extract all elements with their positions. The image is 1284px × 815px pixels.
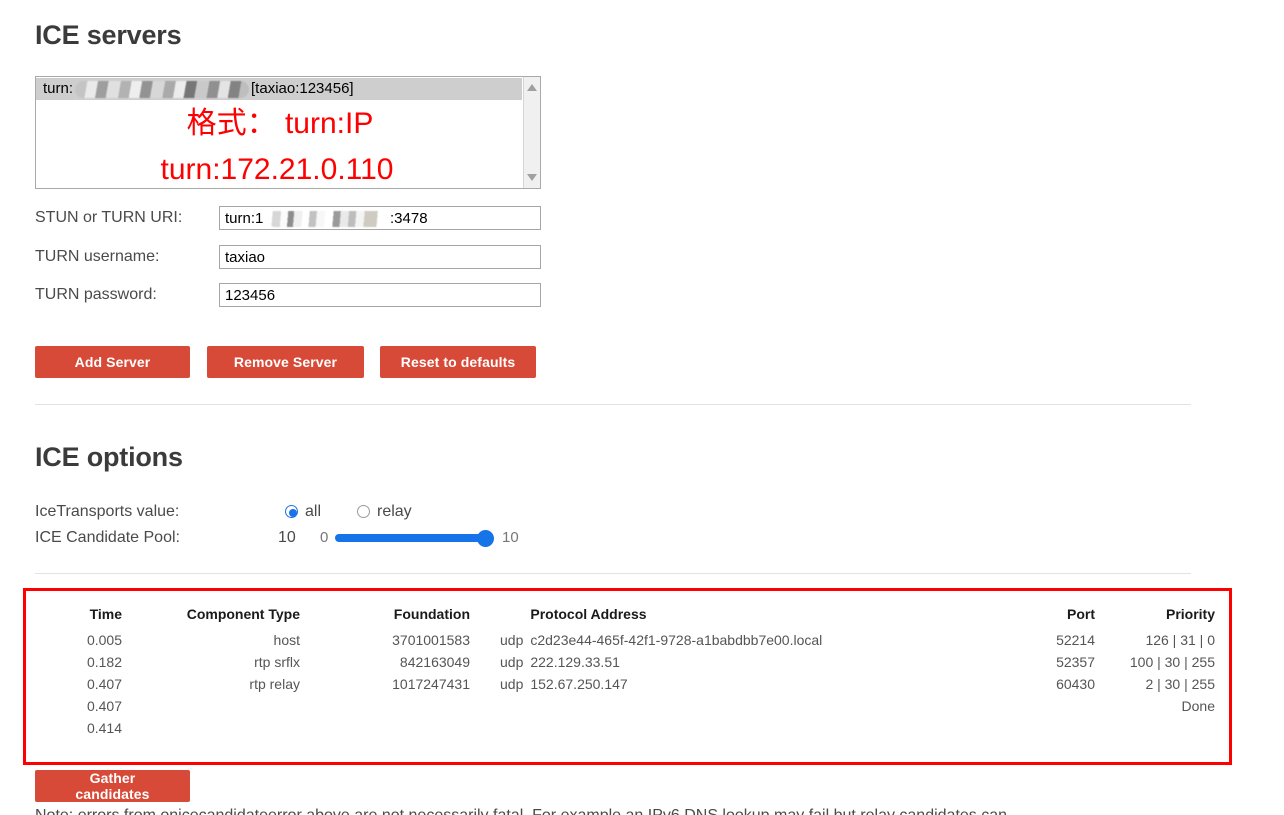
add-server-button[interactable]: Add Server (35, 346, 190, 378)
cell-time: 0.414 (86, 719, 122, 736)
cell-priority: Done (1181, 697, 1215, 714)
table-header-row: Time Component Type Foundation Protocol … (40, 606, 1215, 629)
turn-username-label: TURN username: (35, 248, 160, 265)
cell-component: rtp relay (249, 675, 300, 692)
gather-candidates-button[interactable]: Gather candidates (35, 770, 190, 802)
uri-port-text: :3478 (390, 210, 428, 227)
ice-servers-heading: ICE servers (35, 20, 182, 50)
cell-foundation (300, 717, 470, 739)
stun-turn-uri-label: STUN or TURN URI: (35, 209, 183, 226)
header-time: Time (89, 606, 122, 622)
cell-component: host (273, 631, 300, 648)
redacted-ip-block (75, 80, 250, 98)
cell-time: 0.182 (86, 653, 122, 670)
cell-port: 60430 (1056, 675, 1095, 692)
header-priority: Priority (1165, 606, 1215, 622)
trickle-ice-page: ICE servers turn: [taxiao:123456] 格式： tur… (0, 0, 1284, 815)
cell-priority (1095, 717, 1215, 739)
ice-servers-list-inner: turn: [taxiao:123456] 格式： turn:IP turn:17… (36, 77, 522, 188)
stun-turn-uri-input[interactable]: turn:1 :3478 (219, 206, 541, 230)
slider-max-label: 10 (502, 529, 519, 546)
radio-relay-label: relay (377, 503, 412, 520)
ice-transports-label: IceTransports value: (35, 503, 180, 520)
table-row: 0.414 (40, 717, 1215, 739)
cell-address (523, 717, 1005, 739)
cell-protocol (470, 717, 523, 739)
server-list-item[interactable]: turn: [taxiao:123456] (36, 78, 522, 100)
listbox-scrollbar[interactable] (523, 77, 540, 188)
cell-component (122, 717, 300, 739)
candidates-table: Time Component Type Foundation Protocol … (40, 606, 1215, 739)
remove-server-button[interactable]: Remove Server (207, 346, 364, 378)
radio-all-label: all (305, 503, 322, 520)
cell-protocol: udp (500, 631, 524, 648)
candidates-result-box: Time Component Type Foundation Protocol … (23, 588, 1232, 765)
cell-port: 52214 (1056, 631, 1095, 648)
table-row: 0.182 rtp srflx 842163049 udp 222.129.33… (40, 651, 1215, 673)
cell-port: 52357 (1056, 653, 1095, 670)
header-port: Port (1067, 606, 1095, 622)
redacted-ip-inline (268, 211, 386, 227)
table-row: 0.407 Done (40, 695, 1215, 717)
uri-prefix-text: turn:1 (225, 210, 264, 227)
cell-priority: 2 | 30 | 255 (1145, 675, 1215, 692)
cell-port (1005, 717, 1095, 739)
header-component: Component Type (186, 606, 300, 622)
ice-candidate-pool-label: ICE Candidate Pool: (35, 529, 180, 546)
header-foundation: Foundation (393, 606, 470, 622)
cell-time: 0.407 (86, 697, 122, 714)
server-credentials: [taxiao:123456] (251, 80, 354, 97)
cell-address: c2d23e44-465f-42f1-9728-a1babdbb7e00.loc… (530, 631, 823, 648)
cell-component (122, 695, 300, 717)
radio-all-indicator[interactable] (285, 505, 298, 518)
table-row: 0.407 rtp relay 1017247431 udp 152.67.25… (40, 673, 1215, 695)
slider-thumb[interactable] (477, 530, 494, 547)
scroll-up-arrow-icon[interactable] (524, 79, 540, 96)
scroll-down-arrow-icon[interactable] (524, 169, 540, 186)
ice-candidate-pool-value: 10 (278, 529, 296, 546)
cell-foundation: 842163049 (399, 653, 470, 670)
cell-component: rtp srflx (254, 653, 300, 670)
radio-relay-indicator[interactable] (357, 505, 370, 518)
cell-protocol: udp (500, 675, 524, 692)
table-row: 0.005 host 3701001583 udp c2d23e44-465f-… (40, 629, 1215, 651)
ice-servers-listbox[interactable]: turn: [taxiao:123456] 格式： turn:IP turn:17… (35, 76, 541, 189)
cell-priority: 126 | 31 | 0 (1145, 631, 1215, 648)
header-protocol-address: Protocol Address (530, 606, 647, 622)
cell-address: 152.67.250.147 (530, 675, 628, 692)
slider-min-label: 0 (320, 529, 329, 546)
cell-foundation: 3701001583 (392, 631, 470, 648)
format-hint-overlay: 格式： turn:IP turn:172.21.0.110 (36, 101, 524, 188)
format-hint-line-1: 格式： turn:IP (186, 107, 374, 140)
cell-priority: 100 | 30 | 255 (1129, 653, 1215, 670)
cell-time: 0.407 (86, 675, 122, 692)
server-uri-prefix: turn: (43, 80, 74, 97)
cell-time: 0.005 (86, 631, 122, 648)
cell-address: 222.129.33.51 (530, 653, 620, 670)
turn-password-input[interactable] (219, 283, 541, 307)
candidates-table-body: 0.005 host 3701001583 udp c2d23e44-465f-… (40, 629, 1215, 739)
reset-to-defaults-button[interactable]: Reset to defaults (380, 346, 536, 378)
ice-options-heading: ICE options (35, 442, 183, 472)
ice-candidate-pool-slider[interactable] (335, 528, 494, 548)
fatal-error-note: Note: errors from onicecandidateerror ab… (35, 806, 1235, 815)
section-divider-1 (35, 404, 1191, 405)
format-hint-line-2: turn:172.21.0.110 (160, 153, 394, 186)
header-protocol (470, 606, 523, 629)
slider-track[interactable] (335, 534, 493, 542)
cell-protocol (470, 695, 523, 717)
turn-username-input[interactable] (219, 245, 541, 269)
cell-foundation: 1017247431 (392, 675, 470, 692)
cell-foundation (300, 695, 470, 717)
turn-password-label: TURN password: (35, 286, 157, 303)
section-divider-2 (35, 573, 1191, 574)
cell-port (1005, 695, 1095, 717)
cell-protocol: udp (500, 653, 524, 670)
cell-address (523, 695, 1005, 717)
